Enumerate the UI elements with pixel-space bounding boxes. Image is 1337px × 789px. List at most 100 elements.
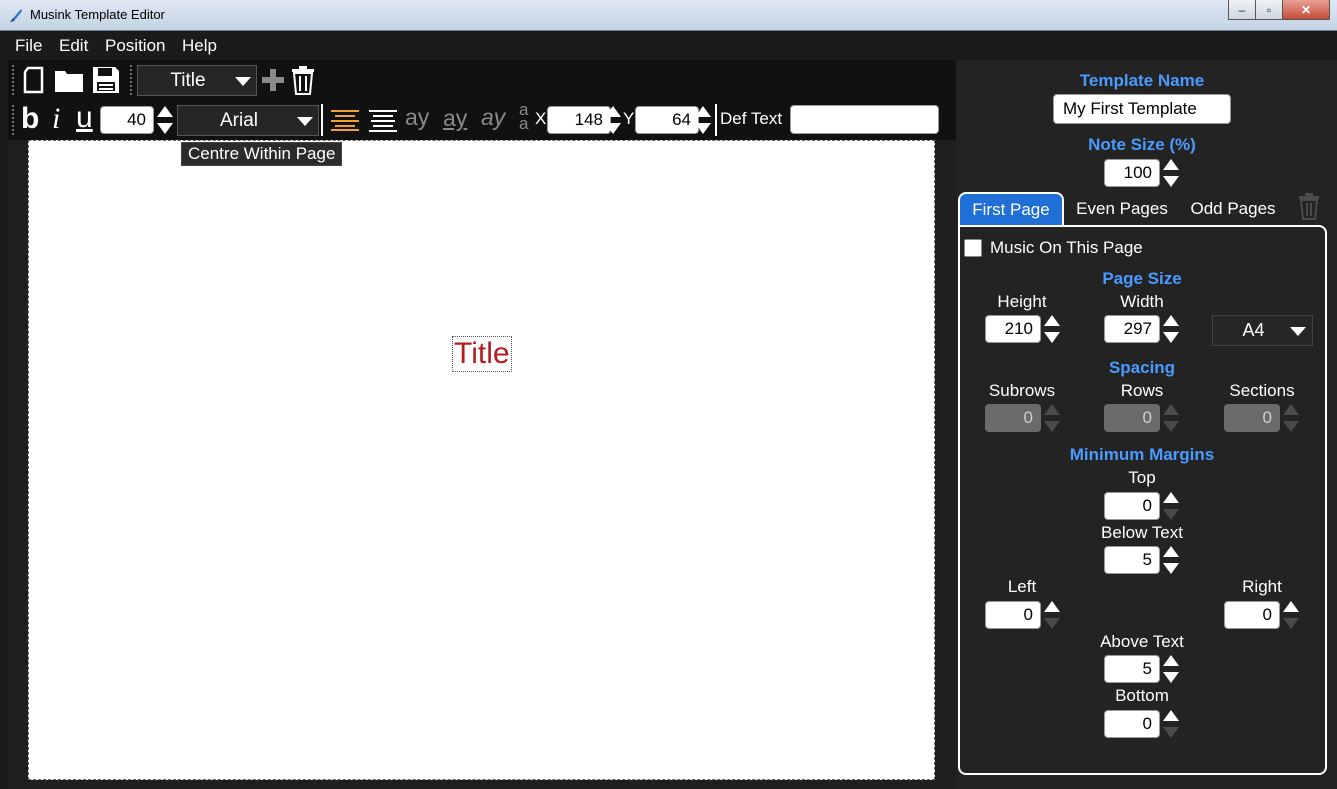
height-input[interactable]: 210 [985, 315, 1041, 343]
paper-size-value: A4 [1242, 320, 1265, 340]
chevron-down-icon [297, 116, 313, 126]
toolbar-grip[interactable] [11, 104, 15, 136]
subrows-label: Subrows [988, 381, 1056, 400]
below-text-input[interactable]: 5 [1104, 546, 1160, 574]
note-size-input[interactable]: 100 [1104, 159, 1160, 187]
def-text-label: Def Text [720, 109, 783, 128]
font-size-input[interactable]: 40 [100, 106, 154, 134]
toolbar-grip[interactable] [129, 64, 133, 96]
font-select-value: Arial [219, 109, 258, 131]
bottom-margin-label: Bottom [1115, 686, 1169, 705]
below-text-stepper[interactable] [1162, 545, 1180, 575]
width-label: Width [1120, 292, 1164, 311]
above-text-stepper[interactable] [1162, 654, 1180, 684]
bold-button[interactable]: b [21, 102, 39, 136]
x-position-input[interactable]: 148 [547, 106, 611, 134]
width-input[interactable]: 297 [1104, 315, 1160, 343]
x-label: X [535, 109, 547, 128]
italic-button[interactable]: i [52, 102, 60, 136]
save-icon[interactable] [92, 66, 120, 94]
subrows-stepper[interactable] [1043, 403, 1061, 433]
open-folder-icon[interactable] [54, 67, 84, 93]
right-margin-label: Right [1242, 577, 1282, 596]
top-margin-input[interactable]: 0 [1104, 492, 1160, 520]
element-select[interactable]: Title [137, 65, 257, 96]
height-label: Height [997, 292, 1047, 311]
rows-label: Rows [1120, 381, 1164, 400]
toolbar-grip[interactable] [11, 64, 15, 96]
element-select-value: Title [170, 69, 206, 91]
maximize-button[interactable]: ▫ [1255, 0, 1283, 20]
toolbar-divider [715, 104, 717, 136]
minimum-margins-label: Minimum Margins [1069, 445, 1215, 464]
above-text-label: Above Text [1100, 632, 1184, 651]
new-file-icon[interactable] [22, 66, 46, 94]
stacked-text-bottom: a [519, 114, 529, 133]
subrows-input[interactable]: 0 [985, 404, 1041, 432]
x-position-stepper[interactable] [604, 105, 622, 135]
left-edge-strip [0, 60, 8, 789]
right-margin-input[interactable]: 0 [1224, 601, 1280, 629]
delete-element-icon[interactable] [291, 65, 315, 95]
title-text-element[interactable]: Title [452, 336, 512, 372]
menu-file[interactable]: File [15, 36, 42, 56]
close-button[interactable]: ✕ [1282, 0, 1330, 20]
def-text-input[interactable] [790, 105, 939, 134]
left-margin-input[interactable]: 0 [985, 601, 1041, 629]
delete-page-icon[interactable] [1298, 192, 1320, 220]
menu-help[interactable]: Help [182, 36, 217, 56]
sections-label: Sections [1229, 381, 1295, 400]
y-label: Y [623, 109, 635, 128]
rows-stepper[interactable] [1162, 403, 1180, 433]
template-name-label: Template Name [1079, 71, 1205, 90]
app-logo-icon [10, 9, 22, 22]
music-on-page-checkbox[interactable] [964, 239, 982, 257]
note-size-label: Note Size (%) [1088, 135, 1196, 154]
baseline-underline-button[interactable]: ay [443, 105, 467, 132]
page-size-label: Page Size [1102, 269, 1182, 288]
note-size-stepper[interactable] [1162, 158, 1180, 188]
bottom-margin-stepper[interactable] [1162, 709, 1180, 739]
chevron-down-icon [1290, 326, 1306, 336]
minimize-button[interactable]: ‒ [1228, 0, 1256, 20]
align-center-icon[interactable] [331, 109, 359, 131]
height-stepper[interactable] [1043, 314, 1061, 344]
add-element-icon[interactable] [261, 68, 285, 92]
toolbar-file: Title [8, 60, 956, 100]
top-margin-label: Top [1128, 468, 1156, 487]
music-on-page-label: Music On This Page [990, 238, 1143, 257]
width-stepper[interactable] [1162, 314, 1180, 344]
tab-even-pages[interactable]: Even Pages [1070, 192, 1174, 226]
tooltip: Centre Within Page [181, 142, 343, 166]
rows-input[interactable]: 0 [1104, 404, 1160, 432]
underline-button[interactable]: u [76, 101, 93, 135]
window-titlebar: Musink Template Editor ‒ ▫ ✕ [0, 0, 1337, 31]
font-size-stepper[interactable] [156, 105, 174, 135]
stacked-text-button[interactable]: a a [519, 101, 529, 133]
left-margin-label: Left [1007, 577, 1037, 596]
sections-input[interactable]: 0 [1224, 404, 1280, 432]
centre-within-page-icon[interactable] [369, 110, 397, 132]
y-position-input[interactable]: 64 [635, 106, 699, 134]
tab-odd-pages[interactable]: Odd Pages [1182, 192, 1284, 226]
page-canvas[interactable]: Title [28, 140, 935, 780]
menu-edit[interactable]: Edit [59, 36, 88, 56]
top-margin-stepper[interactable] [1162, 491, 1180, 521]
sections-stepper[interactable] [1282, 403, 1300, 433]
bottom-margin-input[interactable]: 0 [1104, 710, 1160, 738]
paper-size-select[interactable]: A4 [1212, 315, 1313, 346]
template-name-input[interactable]: My First Template [1053, 94, 1231, 124]
toolbar-format: b i u 40 Arial ay ay ay a a X 148 Y 64 D… [8, 100, 956, 140]
baseline-normal-button[interactable]: ay [405, 104, 429, 131]
font-select[interactable]: Arial [177, 105, 319, 136]
tab-first-page[interactable]: First Page [958, 192, 1064, 226]
above-text-input[interactable]: 5 [1104, 655, 1160, 683]
right-margin-stepper[interactable] [1282, 600, 1300, 630]
window-title: Musink Template Editor [30, 7, 165, 22]
menu-position[interactable]: Position [105, 36, 165, 56]
chevron-down-icon [235, 76, 251, 86]
menu-bar: File Edit Position Help [0, 31, 1337, 60]
left-margin-stepper[interactable] [1043, 600, 1061, 630]
y-position-stepper[interactable] [694, 105, 712, 135]
baseline-italic-button[interactable]: ay [481, 104, 505, 131]
